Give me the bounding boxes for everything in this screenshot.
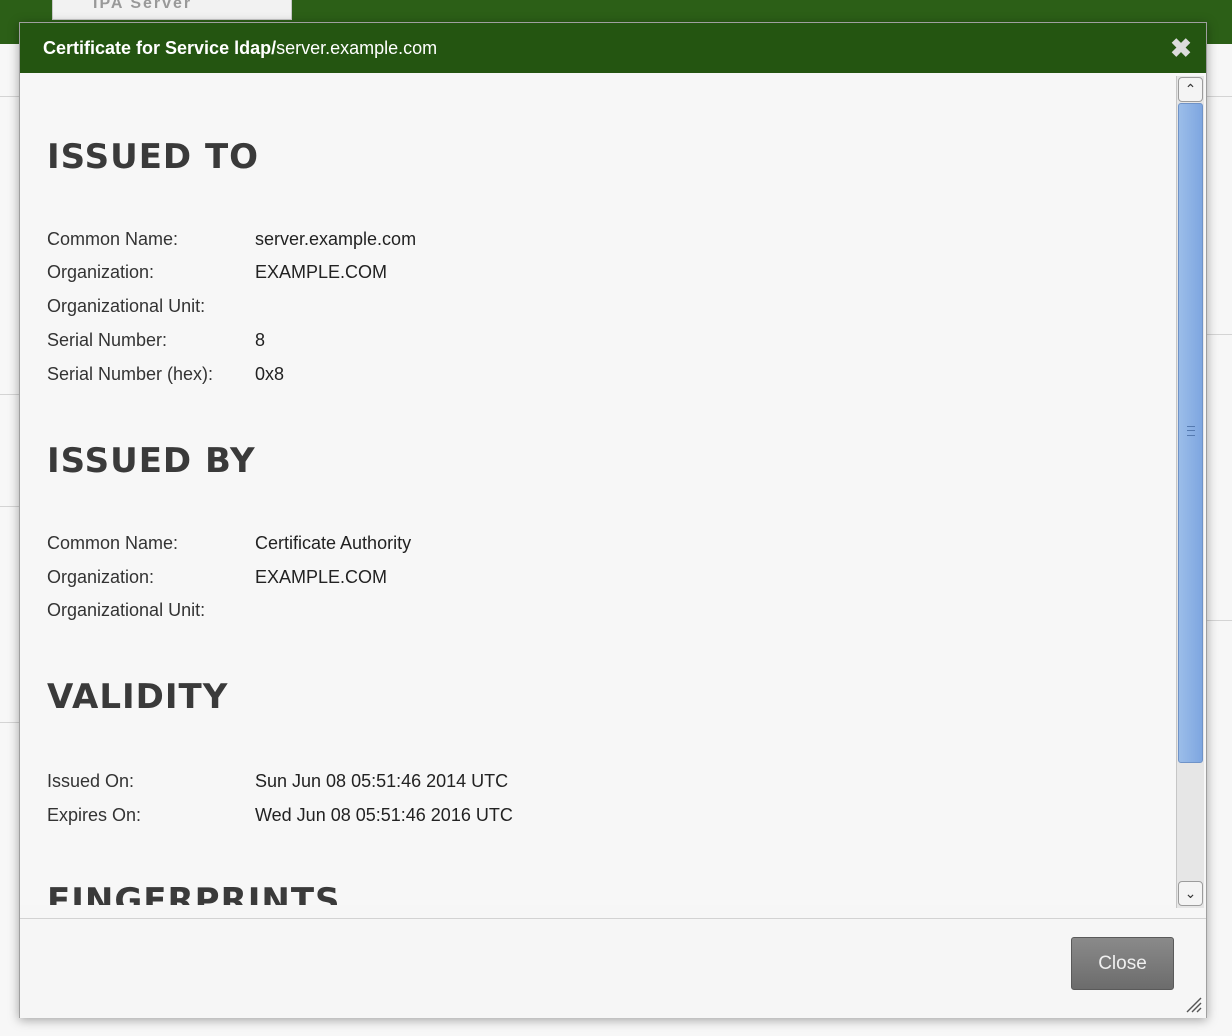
validity-heading: VALIDITY bbox=[47, 677, 229, 717]
dialog-footer: Close bbox=[20, 918, 1206, 1018]
background-divider bbox=[0, 506, 19, 507]
field-label: Common Name: bbox=[47, 533, 179, 553]
vertical-scrollbar[interactable]: ⌃ ⌄ bbox=[1176, 76, 1204, 908]
dialog-title-host: server.example.com bbox=[276, 38, 438, 58]
background-divider bbox=[0, 96, 19, 97]
chevron-down-icon[interactable]: ⌄ bbox=[1178, 881, 1203, 906]
resize-grip-icon[interactable] bbox=[1184, 995, 1202, 1013]
grip-icon bbox=[1187, 426, 1195, 436]
background-divider bbox=[1205, 96, 1232, 97]
field-label: Common Name: bbox=[47, 229, 179, 249]
field-value: server.example.com bbox=[255, 229, 417, 249]
field-value: EXAMPLE.COM bbox=[255, 262, 388, 282]
background-divider bbox=[0, 722, 19, 723]
field-label: Serial Number (hex): bbox=[47, 364, 214, 384]
field-label: Expires On: bbox=[47, 805, 142, 825]
field-value: 0x8 bbox=[255, 364, 285, 384]
dialog-title: Certificate for Service ldap/server.exam… bbox=[43, 23, 1206, 73]
field-label: Organization: bbox=[47, 262, 155, 282]
field-value: 8 bbox=[255, 330, 266, 350]
field-label: Organizational Unit: bbox=[47, 600, 206, 620]
field-value: EXAMPLE.COM bbox=[255, 567, 388, 587]
background-tab[interactable]: IPA Server bbox=[52, 0, 292, 20]
background-tab-label: IPA Server bbox=[93, 0, 193, 12]
certificate-dialog: Certificate for Service ldap/server.exam… bbox=[19, 22, 1207, 1018]
issued-by-heading: ISSUED BY bbox=[47, 441, 256, 481]
background-divider bbox=[0, 394, 19, 395]
dialog-body: ISSUED TO Common Name: server.example.co… bbox=[20, 73, 1206, 905]
field-value: Sun Jun 08 05:51:46 2014 UTC bbox=[255, 771, 509, 791]
field-label: Issued On: bbox=[47, 771, 135, 791]
certificate-details: ISSUED TO Common Name: server.example.co… bbox=[47, 73, 1167, 905]
issued-to-heading: ISSUED TO bbox=[47, 137, 260, 177]
fingerprints-heading: FINGERPRINTS bbox=[47, 881, 341, 905]
scrollbar-thumb[interactable] bbox=[1178, 103, 1203, 763]
dialog-header: Certificate for Service ldap/server.exam… bbox=[20, 23, 1206, 73]
field-value: Certificate Authority bbox=[255, 533, 412, 553]
background-divider bbox=[1205, 620, 1232, 621]
dialog-title-prefix: Certificate for Service ldap/ bbox=[43, 38, 277, 58]
field-value: Wed Jun 08 05:51:46 2016 UTC bbox=[255, 805, 513, 825]
field-label: Serial Number: bbox=[47, 330, 168, 350]
background-divider bbox=[1205, 334, 1232, 335]
close-button[interactable]: Close bbox=[1071, 937, 1174, 990]
field-label: Organizational Unit: bbox=[47, 296, 206, 316]
chevron-up-icon[interactable]: ⌃ bbox=[1178, 77, 1203, 102]
close-x-icon[interactable]: ✖ bbox=[1168, 35, 1194, 61]
field-label: Organization: bbox=[47, 567, 155, 587]
